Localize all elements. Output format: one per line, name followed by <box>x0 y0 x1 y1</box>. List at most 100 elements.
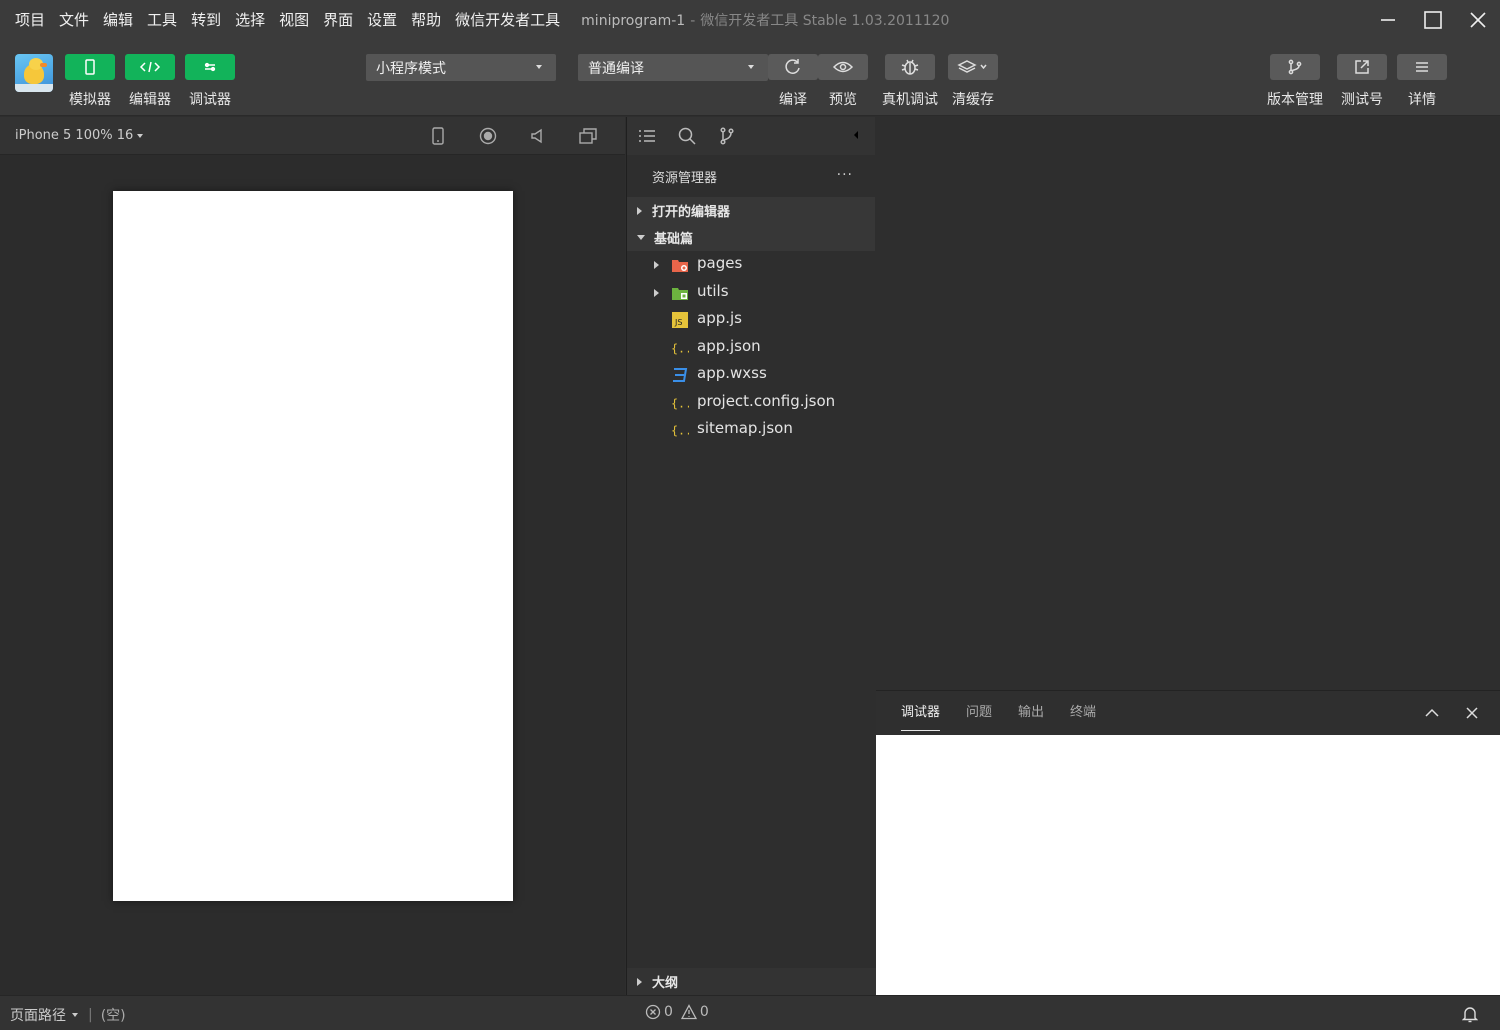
speaker-icon <box>531 128 542 144</box>
file-name: sitemap.json <box>697 419 793 437</box>
editor-area[interactable] <box>876 117 1500 690</box>
editor-toggle-box[interactable] <box>125 54 175 80</box>
svg-text:{..}: {..} <box>671 341 689 355</box>
record-button[interactable] <box>463 127 513 145</box>
compile-button-box[interactable] <box>768 54 818 80</box>
explorer-activity-bar <box>627 117 875 155</box>
json-file-icon: {..} <box>671 424 689 438</box>
close-panel-button[interactable] <box>1464 705 1480 725</box>
diagnostics-summary[interactable]: 0 0 <box>645 1004 709 1020</box>
menu-select[interactable]: 选择 <box>228 0 272 40</box>
version-button-box[interactable] <box>1270 54 1320 80</box>
test-account-button[interactable]: 测试号 <box>1337 54 1387 109</box>
debugger-toggle-box[interactable] <box>185 54 235 80</box>
page-path[interactable]: 页面路径 | (空) <box>10 1005 126 1025</box>
windows-icon <box>579 128 597 144</box>
compile-select[interactable]: 普通编译 <box>578 54 768 81</box>
editor-label: 编辑器 <box>129 92 171 108</box>
menu-project[interactable]: 项目 <box>8 0 52 40</box>
tab-output[interactable]: 输出 <box>1018 691 1044 735</box>
tree-item-app-js[interactable]: JS app.js <box>627 306 875 334</box>
close-button[interactable] <box>1455 0 1500 40</box>
menu-goto[interactable]: 转到 <box>184 0 228 40</box>
search-tab[interactable] <box>667 127 707 145</box>
tab-terminal[interactable]: 终端 <box>1070 691 1096 735</box>
project-name: miniprogram-1 <box>581 13 686 29</box>
notifications-button[interactable] <box>1461 1005 1479 1027</box>
tree-item-app-wxss[interactable]: app.wxss <box>627 361 875 389</box>
maximize-button[interactable] <box>1410 0 1455 40</box>
chevron-right-icon <box>637 977 642 986</box>
search-icon <box>678 127 696 145</box>
more-actions-button[interactable]: ··· <box>837 167 853 183</box>
user-avatar[interactable] <box>15 54 53 92</box>
menu-edit[interactable]: 编辑 <box>96 0 140 40</box>
tab-problems[interactable]: 问题 <box>966 691 992 735</box>
source-control-tab[interactable] <box>707 127 747 145</box>
menu-lines-icon <box>1416 62 1428 72</box>
debugger-toggle[interactable]: 调试器 <box>185 54 235 109</box>
simulator-header: iPhone 5 100% 16 <box>0 117 625 155</box>
error-icon <box>645 1004 661 1020</box>
menu-tools[interactable]: 工具 <box>140 0 184 40</box>
explorer-title: 资源管理器 <box>652 170 718 186</box>
clear-cache-button-box[interactable] <box>948 54 998 80</box>
title-separator: - <box>690 13 696 29</box>
menu-settings[interactable]: 设置 <box>360 0 404 40</box>
mute-button[interactable] <box>513 128 563 144</box>
clear-cache-button[interactable]: 清缓存 <box>948 54 998 109</box>
remote-debug-button-box[interactable] <box>885 54 935 80</box>
preview-label: 预览 <box>829 92 857 108</box>
remote-debug-button[interactable]: 真机调试 <box>882 54 938 109</box>
chevron-down-icon <box>637 235 645 240</box>
bell-icon <box>1461 1007 1479 1023</box>
tree-item-utils[interactable]: utils <box>627 279 875 307</box>
menu-file[interactable]: 文件 <box>52 0 96 40</box>
simulator-toggle[interactable]: 模拟器 <box>65 54 115 109</box>
title-bar: 项目 文件 编辑 工具 转到 选择 视图 界面 设置 帮助 微信开发者工具 mi… <box>0 0 1500 40</box>
avatar-duck-beak <box>40 63 47 67</box>
menu-wechat-devtools[interactable]: 微信开发者工具 <box>448 0 567 40</box>
collapse-panel-button[interactable] <box>847 127 867 147</box>
preview-button-box[interactable] <box>818 54 868 80</box>
tree-item-pages[interactable]: pages <box>627 251 875 279</box>
outline-section[interactable]: 大纲 <box>627 968 876 995</box>
menu-view[interactable]: 视图 <box>272 0 316 40</box>
chevron-down-icon <box>72 1013 78 1017</box>
details-button-box[interactable] <box>1397 54 1447 80</box>
explorer-tab[interactable] <box>627 128 667 144</box>
menu-help[interactable]: 帮助 <box>404 0 448 40</box>
simulator-screen[interactable] <box>113 191 513 901</box>
test-account-button-box[interactable] <box>1337 54 1387 80</box>
debugger-content[interactable] <box>876 735 1500 996</box>
compile-button[interactable]: 编译 <box>768 54 818 109</box>
preview-button[interactable]: 预览 <box>818 54 868 109</box>
close-icon <box>1466 707 1478 719</box>
open-editors-section[interactable]: 打开的编辑器 <box>627 197 875 224</box>
refresh-icon <box>785 59 800 74</box>
device-select[interactable]: iPhone 5 100% 16 <box>15 128 144 143</box>
mode-select[interactable]: 小程序模式 <box>366 54 556 81</box>
device-select-value: iPhone 5 100% 16 <box>15 128 134 143</box>
compile-select-value: 普通编译 <box>588 60 644 77</box>
minimize-button[interactable] <box>1365 0 1410 40</box>
tree-item-sitemap-json[interactable]: {..} sitemap.json <box>627 416 875 444</box>
project-section[interactable]: 基础篇 <box>627 224 875 251</box>
menu-interface[interactable]: 界面 <box>316 0 360 40</box>
chevron-down-icon <box>536 65 542 69</box>
tree-item-project-config-json[interactable]: {..} project.config.json <box>627 389 875 417</box>
details-button[interactable]: 详情 <box>1397 54 1447 109</box>
window-title: miniprogram-1- 微信开发者工具 Stable 1.03.201112… <box>581 10 949 30</box>
simulator-toggle-box[interactable] <box>65 54 115 80</box>
detach-window-button[interactable] <box>563 128 613 144</box>
folder-pages-icon <box>672 260 688 272</box>
js-file-icon: JS <box>672 312 688 328</box>
layers-icon <box>957 60 987 73</box>
tab-debugger[interactable]: 调试器 <box>901 691 941 735</box>
rotate-device-button[interactable] <box>413 127 463 145</box>
devtools-window: 项目 文件 编辑 工具 转到 选择 视图 界面 设置 帮助 微信开发者工具 mi… <box>0 0 1500 1030</box>
editor-toggle[interactable]: 编辑器 <box>125 54 175 109</box>
maximize-panel-button[interactable] <box>1424 705 1440 725</box>
version-button[interactable]: 版本管理 <box>1267 54 1323 109</box>
tree-item-app-json[interactable]: {..} app.json <box>627 334 875 362</box>
